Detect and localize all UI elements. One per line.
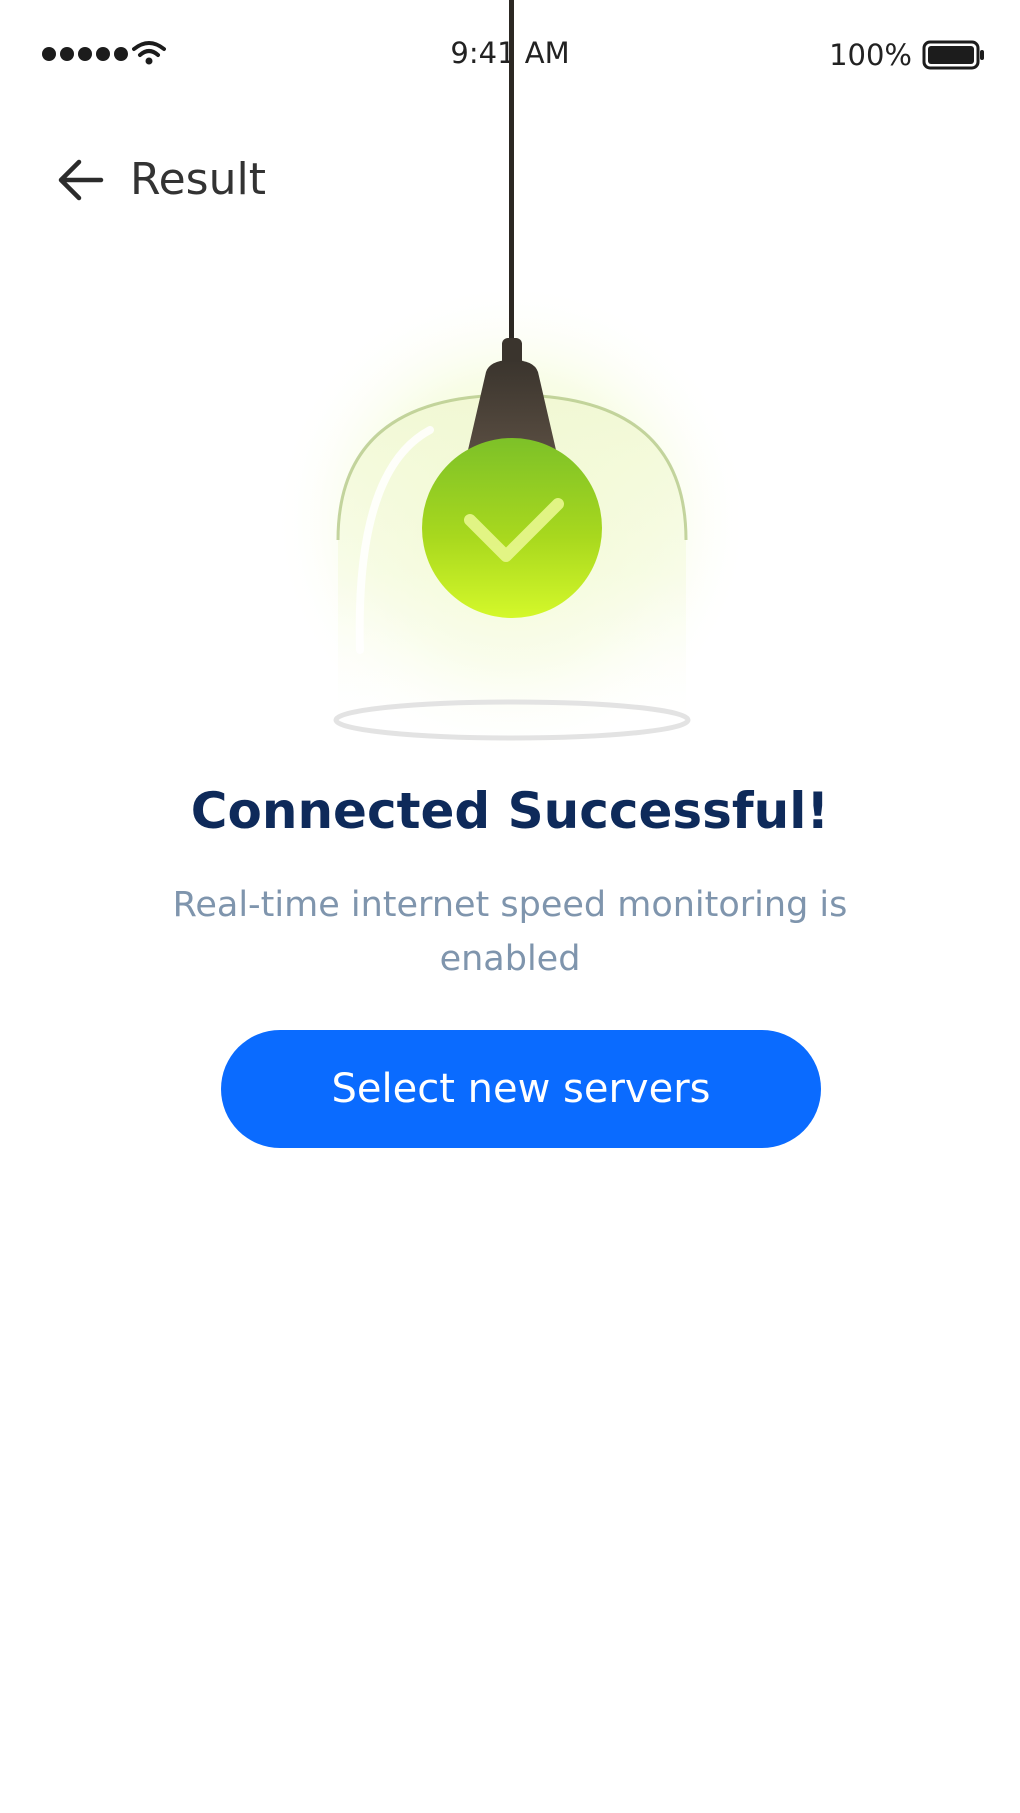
result-title: Connected Successful! [190,782,830,840]
result-screen: 9:41 AM 100% Result Connected Successful… [0,0,1020,1813]
status-bar: 9:41 AM 100% [0,0,1020,110]
arrow-left-icon [58,159,104,201]
header: Result [0,140,1020,220]
page-title: Result [130,154,266,205]
select-new-servers-button[interactable]: Select new servers [221,1030,821,1148]
check-icon [464,498,564,562]
battery-percent: 100% [829,38,912,72]
back-button[interactable] [52,152,108,208]
hanging-lamp-icon [272,0,752,760]
result-subtitle: Real-time internet speed monitoring is e… [172,885,848,979]
battery-icon [922,40,984,70]
